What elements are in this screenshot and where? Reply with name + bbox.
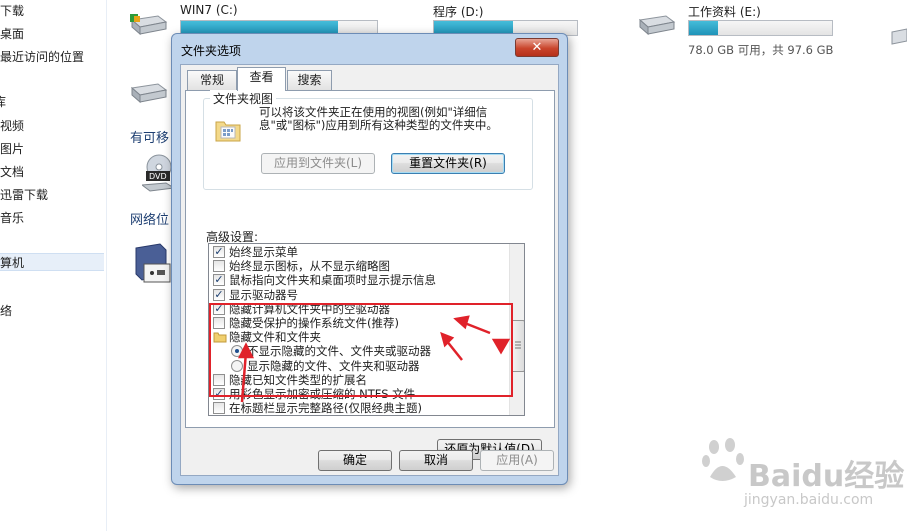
baidu-paw-logo-icon xyxy=(702,438,744,481)
watermark-brand: Baidu经验 xyxy=(748,459,905,494)
section-removable-storage: 有可移 xyxy=(130,131,170,146)
nav-item-thunder-downloads[interactable]: 迅雷下载 xyxy=(0,186,48,204)
nav-item-music[interactable]: 音乐 xyxy=(0,209,24,227)
hard-drive-icon xyxy=(638,15,676,36)
nav-item-documents[interactable]: 文档 xyxy=(0,163,24,181)
dvd-drive-icon: DVD xyxy=(142,154,174,192)
svg-text:DVD: DVD xyxy=(149,172,167,181)
checkbox-checked[interactable]: ✓ xyxy=(213,288,225,301)
tree-option-label: 在标题栏显示完整路径(仅限经典主题) xyxy=(229,401,422,416)
reset-folders-button[interactable]: 重置文件夹(R) xyxy=(391,153,505,174)
tree-option-label: 在单独的进程中打开文件夹窗口 xyxy=(229,415,390,416)
tab-view[interactable]: 查看 xyxy=(237,67,286,91)
tab-general[interactable]: 常规 xyxy=(187,70,237,90)
watermark-url: jingyan.baidu.com xyxy=(744,492,874,508)
tree-option-label: 鼠标指向文件夹和桌面项时显示提示信息 xyxy=(229,273,436,288)
hard-drive-icon xyxy=(891,28,907,45)
apply-to-folders-button[interactable]: 应用到文件夹(L) xyxy=(261,153,375,174)
section-network-location: 网络位 xyxy=(130,213,170,228)
scroll-grip-icon xyxy=(515,341,521,349)
nav-item-libraries[interactable]: 库 xyxy=(0,93,6,111)
checkbox-checked[interactable]: ✓ xyxy=(213,274,225,287)
scrollbar-thumb[interactable] xyxy=(511,320,524,372)
drive-space-info: 78.0 GB 可用，共 97.6 GB xyxy=(688,43,834,57)
annotation-highlight-box xyxy=(209,303,513,397)
nav-item-desktop[interactable]: 桌面 xyxy=(0,25,24,43)
checkbox-checked[interactable]: ✓ xyxy=(213,246,225,258)
drive-name: 工作资料 (E:) xyxy=(688,5,761,19)
checkbox-unchecked[interactable] xyxy=(213,402,225,415)
tree-option-label: 显示驱动器号 xyxy=(229,287,298,302)
tab-search[interactable]: 搜索 xyxy=(287,70,332,90)
checkbox-unchecked[interactable] xyxy=(213,260,225,273)
folder-view-icon xyxy=(215,121,241,142)
hard-drive-icon xyxy=(130,14,168,36)
nav-item-videos[interactable]: 视频 xyxy=(0,117,24,135)
cancel-button[interactable]: 取消 xyxy=(399,450,473,471)
folder-views-description: 可以将该文件夹正在使用的视图(例如"详细信息"或"图标")应用到所有这种类型的文… xyxy=(259,105,498,132)
drive-e[interactable]: 工作资料 (E:) 78.0 GB 可用，共 97.6 GB xyxy=(636,5,886,57)
dialog-title: 文件夹选项 xyxy=(181,44,242,58)
nav-item-recent[interactable]: 最近访问的位置 xyxy=(0,48,84,66)
tree-option-label: 始终显示菜单 xyxy=(229,245,298,259)
hard-drive-icon xyxy=(130,83,168,104)
nav-item-downloads[interactable]: 下载 xyxy=(0,2,24,20)
nav-item-pictures[interactable]: 图片 xyxy=(0,140,24,158)
drive-usage-bar xyxy=(688,20,833,36)
folder-options-dialog: 文件夹选项 ✕ 常规 查看 搜索 文件夹视图 可以将该文件夹正在使用的视图(例如… xyxy=(171,33,568,485)
apply-button[interactable]: 应用(A) xyxy=(480,450,554,471)
navigation-pane: 下载 桌面 最近访问的位置 库 视频 图片 文档 迅雷下载 音乐 算机 络 xyxy=(0,0,107,531)
dialog-body: 常规 查看 搜索 文件夹视图 可以将该文件夹正在使用的视图(例如"详细信息"或"… xyxy=(180,64,559,476)
nav-item-network[interactable]: 络 xyxy=(0,302,12,320)
nav-item-computer[interactable]: 算机 xyxy=(0,253,104,271)
ok-button[interactable]: 确定 xyxy=(318,450,392,471)
network-drive-icon xyxy=(135,243,171,283)
drive-usage-fill xyxy=(689,21,718,35)
drive-name: 程序 (D:) xyxy=(433,5,484,19)
tree-option-label: 始终显示图标，从不显示缩略图 xyxy=(229,259,390,274)
drive-name: WIN7 (C:) xyxy=(180,3,238,17)
folder-views-group: 文件夹视图 可以将该文件夹正在使用的视图(例如"详细信息"或"图标")应用到所有… xyxy=(203,90,533,190)
close-button[interactable]: ✕ xyxy=(515,38,559,57)
